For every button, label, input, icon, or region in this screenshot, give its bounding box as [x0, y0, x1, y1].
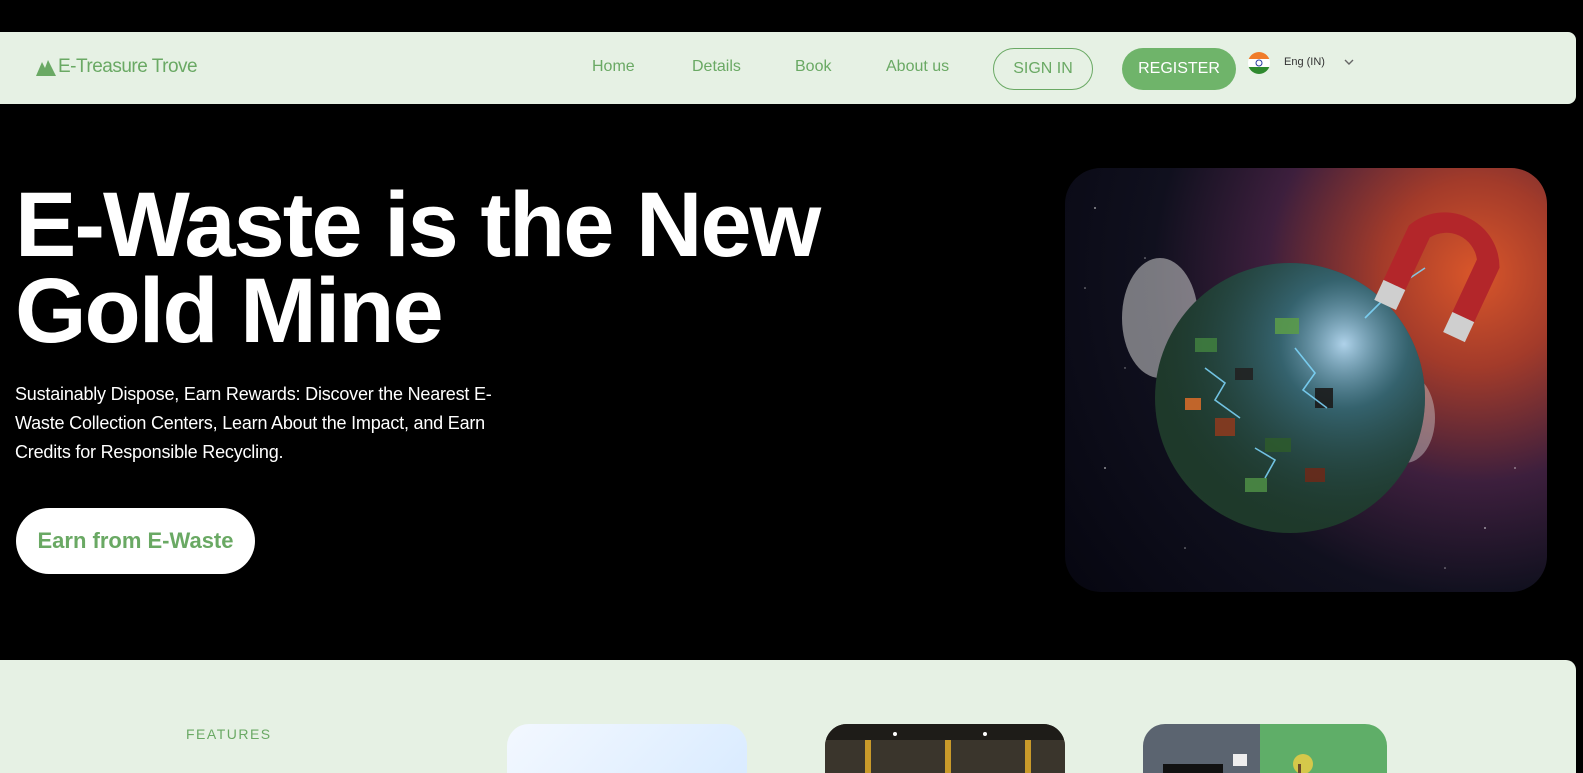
- nav-link-details[interactable]: Details: [692, 58, 741, 76]
- hero-image-ewaste-globe-magnet: [1065, 168, 1547, 592]
- features-label: FEATURES: [186, 726, 272, 742]
- register-button[interactable]: REGISTER: [1122, 48, 1236, 90]
- nav-link-about-us[interactable]: About us: [886, 58, 949, 76]
- features-section: FEATURES: [0, 660, 1576, 773]
- nav-link-home[interactable]: Home: [592, 58, 635, 76]
- language-selector[interactable]: Eng (IN): [1284, 56, 1325, 68]
- mountain-icon: [36, 59, 56, 76]
- feature-card[interactable]: [1143, 724, 1387, 773]
- india-flag-icon[interactable]: [1248, 52, 1270, 74]
- ewaste-globe-illustration: [1084, 207, 1516, 569]
- sign-in-button[interactable]: SIGN IN: [993, 48, 1093, 90]
- feature-card[interactable]: [825, 724, 1065, 773]
- hero-subtitle: Sustainably Dispose, Earn Rewards: Disco…: [15, 384, 492, 462]
- nav-link-book[interactable]: Book: [795, 58, 831, 76]
- brand-name: E-Treasure Trove: [58, 56, 198, 77]
- hero-title: E-Waste is the New Gold Mine: [15, 174, 821, 362]
- warehouse-image: [825, 724, 1065, 773]
- earn-from-ewaste-button[interactable]: Earn from E-Waste: [16, 508, 255, 574]
- page: E-Treasure Trove Home Details Book About…: [0, 0, 1583, 773]
- chevron-down-icon[interactable]: [1343, 56, 1355, 68]
- brand-logo[interactable]: E-Treasure Trove: [36, 56, 198, 78]
- recycling-image: [1163, 754, 1313, 773]
- top-navbar: E-Treasure Trove Home Details Book About…: [0, 32, 1576, 104]
- feature-card[interactable]: [507, 724, 747, 773]
